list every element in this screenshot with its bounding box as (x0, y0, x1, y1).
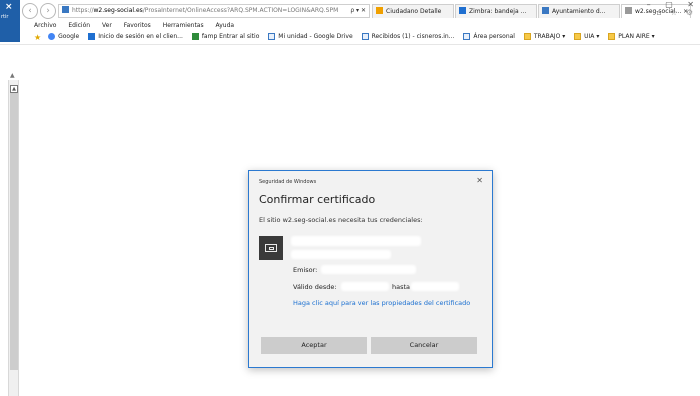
fav-label: famp Entrar al sitio (201, 33, 260, 40)
dialog-heading: Confirmar certificado (259, 193, 376, 206)
fav-google-drive[interactable]: Mi unidad - Google Drive (268, 33, 353, 40)
certificate-dialog: Seguridad de Windows ✕ Confirmar certifi… (248, 170, 493, 368)
favorites-bar: ★ Google Inicio de sesión en el clien...… (34, 33, 662, 43)
fav-folder-plan-aire[interactable]: PLAN AIRE ▾ (608, 33, 655, 40)
folder-icon (608, 33, 616, 40)
close-icon[interactable]: × (5, 2, 13, 12)
fav-label: PLAN AIRE ▾ (618, 33, 655, 40)
fav-label: Inicio de sesión en el clien... (98, 33, 183, 40)
google-icon (48, 33, 56, 40)
fav-inicio-sesion[interactable]: Inicio de sesión en el clien... (88, 33, 183, 40)
left-strip-text: rtir (1, 14, 9, 20)
redacted-valid-from (341, 282, 389, 291)
scroll-up-icon[interactable]: ▲ (10, 72, 15, 79)
redacted-cert-name (291, 236, 421, 246)
fav-famp[interactable]: famp Entrar al sitio (191, 33, 260, 40)
fav-recibidos[interactable]: Recibidos (1) - cisneros.in... (361, 33, 455, 40)
ie-page-icon (268, 33, 276, 40)
redacted-valid-until (411, 282, 459, 291)
redacted-cert-subject (291, 250, 391, 259)
tab-favicon-icon (376, 7, 383, 14)
page-favicon-icon (62, 6, 69, 13)
accept-button[interactable]: Aceptar (261, 337, 367, 354)
folder-icon (523, 33, 531, 40)
fav-folder-trabajo[interactable]: TRABAJO ▾ (523, 33, 566, 40)
toolbar-divider (0, 44, 700, 45)
address-path: /ProsaInternet/OnlineAccess?ARQ.SPM.ACTI… (142, 7, 339, 14)
menu-ver[interactable]: Ver (102, 22, 112, 29)
famp-icon (191, 33, 199, 40)
cancel-button[interactable]: Cancelar (371, 337, 477, 354)
fav-label: Área personal (473, 33, 515, 40)
certificate-properties-link[interactable]: Haga clic aquí para ver las propiedades … (293, 299, 473, 308)
minimize-icon[interactable]: – (647, 0, 651, 9)
tab-zimbra[interactable]: Zimbra: bandeja ... (455, 4, 537, 18)
valid-from-label: Válido desde: (293, 283, 337, 291)
fav-label: Recibidos (1) - cisneros.in... (371, 33, 455, 40)
ie-page-icon (463, 33, 471, 40)
address-scheme: https:// (72, 7, 94, 14)
tab-label: Ciudadano Detalle (386, 8, 442, 15)
fav-label: Mi unidad - Google Drive (278, 33, 353, 40)
screen: × rtir ‹ › https://w2.seg-social.es/Pros… (0, 0, 700, 396)
loading-icon (625, 7, 632, 14)
favorites-star-icon[interactable]: ★ (34, 33, 41, 42)
dialog-close-icon[interactable]: ✕ (476, 176, 483, 185)
fav-folder-uia[interactable]: UIA ▾ (574, 33, 599, 40)
redacted-issuer (321, 265, 416, 274)
tab-label: Ayuntamiento d... (552, 8, 606, 15)
fav-label: UIA ▾ (584, 33, 600, 40)
tab-favicon-icon (542, 7, 549, 14)
tab-ciudadano-detalle[interactable]: Ciudadano Detalle (372, 4, 454, 18)
folder-icon (574, 33, 582, 40)
back-arrow-icon: ‹ (28, 6, 32, 16)
menu-edicion[interactable]: Edición (68, 22, 90, 29)
tab-favicon-icon (459, 7, 466, 14)
dialog-message: El sitio w2.seg-social.es necesita tus c… (259, 216, 423, 224)
tab-ayuntamiento[interactable]: Ayuntamiento d... (538, 4, 620, 18)
dialog-window-title: Seguridad de Windows (259, 179, 317, 185)
valid-until-label: hasta (392, 283, 411, 291)
certificate-icon (259, 236, 283, 260)
zimbra-icon (88, 33, 96, 40)
fav-label: Google (58, 33, 80, 40)
fav-area-personal[interactable]: Área personal (463, 33, 515, 40)
fav-label: TRABAJO ▾ (533, 33, 566, 40)
menu-herramientas[interactable]: Herramientas (163, 22, 204, 29)
menu-bar: Archivo Edición Ver Favoritos Herramient… (34, 22, 244, 32)
left-panel-strip: × rtir (0, 0, 20, 42)
menu-favoritos[interactable]: Favoritos (124, 22, 151, 29)
vertical-scrollbar[interactable]: ▲ ▲ (8, 72, 19, 396)
address-domain: w2.seg-social.es (93, 7, 143, 14)
menu-ayuda[interactable]: Ayuda (216, 22, 235, 29)
scrollbar-thumb[interactable] (10, 85, 18, 370)
back-button[interactable]: ‹ (22, 3, 38, 19)
scroll-thumb-arrow-icon[interactable]: ▲ (10, 85, 18, 93)
fav-google[interactable]: Google (48, 33, 79, 40)
tab-label: Zimbra: bandeja ... (469, 8, 527, 15)
home-favorites-settings-icons[interactable]: ⌂ ☆ ⚙ (656, 8, 696, 17)
forward-button[interactable]: › (40, 3, 56, 19)
address-actions[interactable]: ρ ▾ ✕ (347, 5, 366, 17)
forward-arrow-icon: › (46, 6, 50, 16)
issuer-label: Emisor: (293, 266, 318, 274)
menu-archivo[interactable]: Archivo (34, 22, 56, 29)
ie-page-icon (361, 33, 369, 40)
address-bar[interactable]: https://w2.seg-social.es/ProsaInternet/O… (58, 4, 370, 18)
